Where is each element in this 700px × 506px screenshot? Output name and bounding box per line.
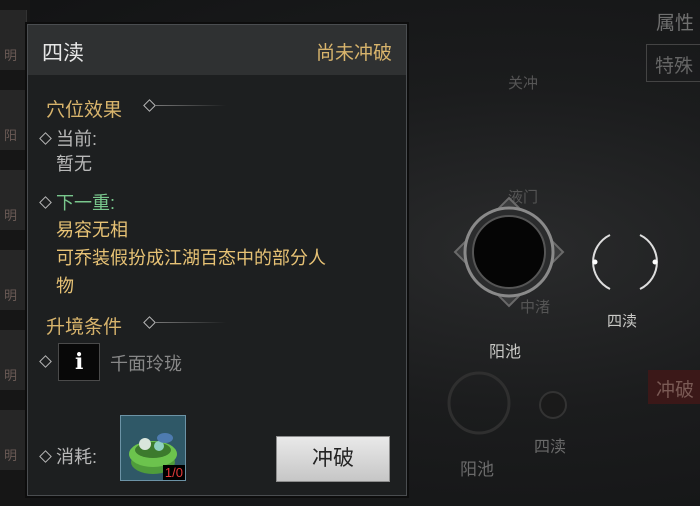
node-label-yangchi-faint: 阳池 [460,460,494,479]
left-slot-label: 明 [4,48,18,63]
faint-node-ring [447,371,511,435]
left-slot[interactable]: 明 [0,10,27,70]
info-icon[interactable]: i [58,343,100,381]
bullet-diamond-icon [39,450,52,463]
left-slot[interactable]: 明 [0,170,27,230]
bullet-diamond-icon [39,196,52,209]
next-effect-name: 易容无相 [56,220,128,240]
current-label: 当前: [56,129,98,149]
right-break-label: 冲破 [656,380,695,401]
left-slot[interactable]: 明 [0,410,27,470]
status-text: 尚未冲破 [315,43,392,64]
node-label-sidu: 四渎 [607,313,638,330]
left-slot-label: 明 [4,208,18,223]
left-slot-label: 明 [4,448,18,463]
left-strip: 明 阳 明 明 明 明 [0,0,30,506]
section-divider [156,105,226,106]
attribute-box-label: 特殊 [655,56,694,77]
cost-label: 消耗: [56,447,98,467]
node-label-yangchi: 阳池 [489,344,522,361]
right-break-box[interactable]: 冲破 [648,370,700,404]
item-count-badge: 1/0 [162,465,185,480]
sidu-node-ring[interactable] [590,229,660,295]
section-diamond-icon [143,316,156,329]
left-slot[interactable]: 明 [0,330,27,390]
node-label-guanchong: 关冲 [508,75,539,92]
yangchi-node-ring[interactable] [453,196,565,308]
left-slot[interactable]: 阳 [0,90,27,150]
left-slot-label: 明 [4,288,18,303]
condition-section-title: 升境条件 [46,317,123,338]
left-slot-label: 明 [4,368,18,383]
acupoint-panel: 四渎 尚未冲破 穴位效果 当前: 暂无 下一重: 易容无相 可乔装假扮成江湖百态… [27,24,407,496]
panel-title: 四渎 [42,42,84,65]
faint-node-dot [539,391,567,419]
effect-section-title: 穴位效果 [46,100,123,121]
left-slot-label: 阳 [4,128,18,143]
break-button[interactable]: 冲破 [276,436,390,482]
bullet-diamond-icon [39,132,52,145]
attribute-box[interactable]: 特殊 [646,44,700,82]
next-effect-desc-cont: 物 [56,276,74,296]
next-effect-desc: 可乔装假扮成江湖百态中的部分人 [56,248,326,268]
node-label-sidu-faint: 四渎 [534,439,567,456]
attribute-title: 属性 [656,13,695,34]
info-icon-glyph: i [75,349,84,375]
left-slot[interactable]: 明 [0,250,27,310]
condition-text: 千面玲珑 [110,354,182,374]
current-value: 暂无 [56,154,92,174]
next-label: 下一重: [56,193,116,213]
section-divider [156,322,226,323]
panel-header: 四渎 尚未冲破 [28,25,406,75]
section-diamond-icon [143,99,156,112]
cost-item-slot[interactable]: 1/0 [120,415,186,481]
bullet-diamond-icon [39,355,52,368]
